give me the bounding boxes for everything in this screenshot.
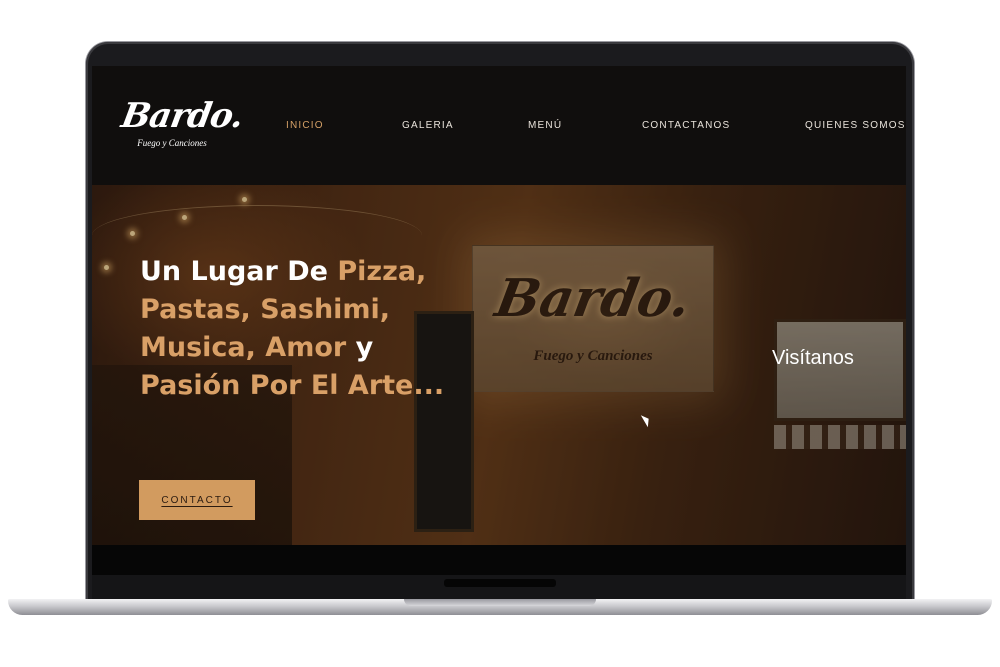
page-bottom-band xyxy=(92,545,906,575)
browser-screen: Bardo. Fuego y Canciones INICIO GALERIA … xyxy=(92,66,906,575)
nav-item-contactanos[interactable]: CONTACTANOS xyxy=(642,120,730,136)
logo-tagline: Fuego y Canciones xyxy=(137,138,207,148)
nav-item-galeria[interactable]: GALERIA xyxy=(402,120,454,136)
site-header: Bardo. Fuego y Canciones INICIO GALERIA … xyxy=(92,66,906,185)
logo-script: Bardo. xyxy=(118,96,246,136)
laptop-base-groove xyxy=(404,599,596,606)
headline-part-5: y xyxy=(355,332,374,364)
visitanos-label: Visítanos xyxy=(772,347,854,369)
headline-part-2: Pizza, xyxy=(337,256,427,288)
hero-section: Bardo. Fuego y Canciones Un Lugar De Piz… xyxy=(92,185,906,545)
headline-part-1: Un Lugar De xyxy=(140,256,338,288)
laptop-hinge-notch xyxy=(444,579,556,587)
hero-headline: Un Lugar De Pizza, Pastas, Sashimi, Musi… xyxy=(140,253,460,405)
nav-item-menu[interactable]: MENÚ xyxy=(528,120,562,136)
nav-item-inicio[interactable]: INICIO xyxy=(286,120,324,136)
logo[interactable]: Bardo. Fuego y Canciones xyxy=(118,96,245,156)
nav-item-quienes-somos[interactable]: QUIENES SOMOS xyxy=(805,120,906,136)
headline-part-4: Musica, Amor xyxy=(140,332,356,364)
headline-part-3: Pastas, Sashimi, xyxy=(140,294,391,326)
headline-part-6: Pasión Por El Arte... xyxy=(140,370,445,402)
contacto-button[interactable]: CONTACTO xyxy=(139,480,255,520)
